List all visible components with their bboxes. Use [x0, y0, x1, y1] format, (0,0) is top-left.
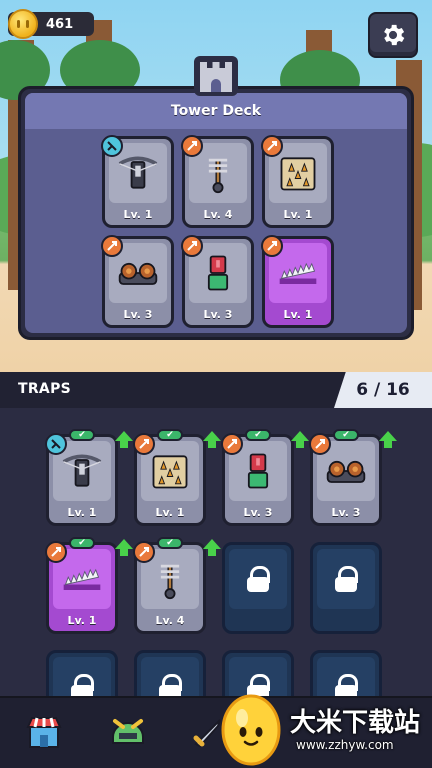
trap-type-icon	[261, 235, 283, 257]
card-level: Lv. 1	[283, 208, 313, 221]
traps-card[interactable]: Lv. 1 ✔	[45, 429, 133, 526]
card-level: Lv. 1	[283, 308, 313, 321]
equipped-check-icon: ✔	[157, 537, 183, 549]
card-level: Lv. 1	[67, 506, 97, 519]
turret-type-icon	[45, 433, 67, 455]
coin-counter: 461	[8, 9, 94, 39]
trap-type-icon	[309, 433, 331, 455]
helmet-icon	[112, 719, 144, 744]
gear-icon	[384, 24, 405, 46]
shop-icon	[26, 717, 62, 748]
traps-card[interactable]	[310, 542, 382, 634]
card-level: Lv. 4	[155, 614, 185, 627]
trap-type-icon	[261, 135, 283, 157]
deck-card[interactable]: Lv. 1	[261, 135, 334, 228]
card-level: Lv. 3	[123, 308, 153, 321]
equipped-check-icon: ✔	[245, 429, 271, 441]
equipped-check-icon: ✔	[69, 429, 95, 441]
trap-type-icon	[133, 433, 155, 455]
coin-icon	[8, 9, 38, 39]
deck-card[interactable]: Lv. 1	[101, 135, 174, 228]
trap-type-icon	[181, 135, 203, 157]
locked-icon	[317, 549, 375, 609]
card-level: Lv. 3	[243, 506, 273, 519]
traps-card[interactable]: Lv. 4 ✔	[133, 537, 221, 634]
card-level: Lv. 4	[203, 208, 233, 221]
trap-type-icon	[101, 235, 123, 257]
trap-type-icon	[221, 433, 243, 455]
deck-card[interactable]: Lv. 1	[261, 235, 334, 328]
settings-button[interactable]	[368, 12, 418, 58]
traps-card[interactable]: Lv. 1 ✔	[133, 429, 221, 526]
trap-type-icon	[45, 541, 67, 563]
card-level: Lv. 1	[67, 614, 97, 627]
coin-amount: 461	[46, 16, 74, 32]
traps-card[interactable]: Lv. 3 ✔	[309, 429, 397, 526]
card-level: Lv. 3	[203, 308, 233, 321]
nav-heroes[interactable]	[106, 710, 150, 754]
locked-icon	[229, 549, 287, 609]
traps-card[interactable]: Lv. 1 ✔	[45, 537, 133, 634]
traps-count: 6 / 16	[334, 372, 432, 408]
equipped-check-icon: ✔	[157, 429, 183, 441]
nav-shop[interactable]	[22, 710, 66, 754]
trap-type-icon	[181, 235, 203, 257]
traps-card[interactable]: Lv. 3 ✔	[221, 429, 309, 526]
watermark: 大米下载站 www.zzhyw.com	[214, 688, 432, 768]
watermark-title: 大米下载站	[290, 708, 421, 738]
deck-card[interactable]: Lv. 3	[101, 235, 174, 328]
turret-type-icon	[101, 135, 123, 157]
card-level: Lv. 1	[155, 506, 185, 519]
traps-card[interactable]	[222, 542, 294, 634]
watermark-url: www.zzhyw.com	[296, 738, 394, 752]
traps-label: TRAPS	[18, 381, 72, 397]
card-level: Lv. 1	[123, 208, 153, 221]
castle-icon	[194, 56, 238, 96]
equipped-check-icon: ✔	[333, 429, 359, 441]
traps-header: TRAPS 6 / 16	[0, 372, 432, 408]
equipped-check-icon: ✔	[69, 537, 95, 549]
deck-card[interactable]: Lv. 4	[181, 135, 254, 228]
egg-mascot-logo	[221, 694, 281, 766]
deck-card[interactable]: Lv. 3	[181, 235, 254, 328]
trap-type-icon	[133, 541, 155, 563]
deck-title: Tower Deck	[170, 103, 262, 119]
card-level: Lv. 3	[331, 506, 361, 519]
